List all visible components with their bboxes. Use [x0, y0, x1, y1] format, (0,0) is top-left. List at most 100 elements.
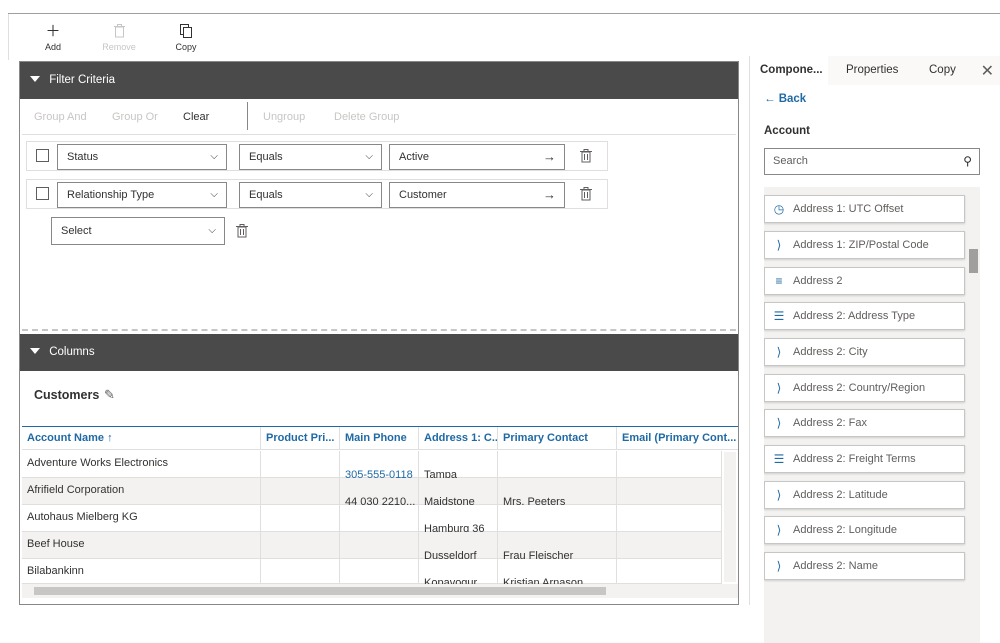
operator-dropdown[interactable]: Equals ⌵: [239, 182, 382, 208]
table-row[interactable]: Beef House Dusseldorf Frau Fleischer: [22, 532, 722, 562]
field-dropdown[interactable]: Relationship Type ⌵: [57, 182, 227, 208]
chevron-down-icon: ⌵: [365, 151, 373, 162]
table-row[interactable]: Adventure Works Electronics 305-555-0118…: [22, 451, 722, 481]
search-input[interactable]: Search ⚲: [764, 148, 980, 175]
delete-new-row-icon[interactable]: [235, 223, 249, 239]
command-bar: ＋ Add Remove Copy: [8, 14, 1000, 60]
option-set-icon: ☰: [773, 309, 785, 323]
tab-properties[interactable]: Properties: [836, 56, 908, 85]
edit-pencil-icon[interactable]: ✎: [104, 387, 115, 403]
text-field-icon: ⟩: [776, 488, 782, 502]
add-button[interactable]: ＋ Add: [25, 23, 81, 53]
add-button-label: Add: [44, 42, 61, 52]
group-or-button[interactable]: Group Or: [112, 111, 158, 123]
field-item[interactable]: ☰ Address 2: Freight Terms: [764, 445, 965, 473]
clear-button[interactable]: Clear: [183, 111, 209, 123]
operator-value: Equals: [249, 151, 283, 163]
copy-button[interactable]: Copy: [158, 24, 214, 52]
field-value: Relationship Type: [67, 189, 155, 201]
table-row[interactable]: Autohaus Mielberg KG Hamburg 36: [22, 505, 722, 535]
delete-group-button[interactable]: Delete Group: [334, 111, 399, 123]
value-input[interactable]: Customer →: [389, 182, 565, 208]
tab-copy[interactable]: Copy: [919, 56, 966, 85]
field-item[interactable]: ◷ Address 1: UTC Offset: [764, 195, 965, 223]
columns-header[interactable]: Columns: [20, 334, 738, 371]
column-header-account-name[interactable]: Account Name ↑: [22, 427, 261, 450]
column-header-main-phone[interactable]: Main Phone: [340, 427, 419, 450]
ungroup-button[interactable]: Ungroup: [263, 111, 305, 123]
actions-divider: [247, 102, 248, 130]
delete-row-icon[interactable]: [579, 148, 593, 164]
column-header-primary-contact[interactable]: Primary Contact: [498, 427, 617, 450]
cell-main-phone[interactable]: 305-555-0118: [340, 451, 419, 481]
table-row[interactable]: Bilabankinn Kopavogur Kristian Arnason: [22, 559, 722, 586]
cell-email: [617, 478, 722, 505]
cell-address-city: Dusseldorf: [419, 532, 498, 562]
search-placeholder: Search: [773, 155, 808, 167]
field-item[interactable]: ⟩ Address 2: Country/Region: [764, 374, 965, 402]
field-item[interactable]: ≡ Address 2: [764, 267, 965, 295]
new-condition-dropdown[interactable]: Select ⌵: [51, 217, 225, 245]
grid-horizontal-scrollbar[interactable]: [22, 584, 738, 598]
filter-row: Relationship Type ⌵ Equals ⌵ Customer →: [26, 179, 608, 209]
field-list: ◷ Address 1: UTC Offset ⟩ Address 1: ZIP…: [764, 187, 980, 643]
close-icon[interactable]: ✕: [981, 61, 994, 81]
field-item-label: Address 2: Name: [793, 560, 878, 572]
cell-email: [617, 532, 722, 559]
filter-row-checkbox[interactable]: [36, 187, 49, 200]
field-dropdown[interactable]: Status ⌵: [57, 144, 227, 170]
cell-product-price: [261, 559, 340, 586]
components-body: ← Back Account Search ⚲ ◷ Address 1: UTC…: [750, 85, 1000, 643]
text-field-icon: ⟩: [776, 559, 782, 573]
field-item[interactable]: ⟩ Address 2: Name: [764, 552, 965, 580]
cell-email: [617, 451, 722, 478]
cell-address-city: Hamburg 36: [419, 505, 498, 535]
value-input[interactable]: Active →: [389, 144, 565, 170]
remove-button[interactable]: Remove: [91, 24, 147, 52]
field-list-scroll-thumb[interactable]: [969, 249, 978, 273]
operator-dropdown[interactable]: Equals ⌵: [239, 144, 382, 170]
panel-tabs: Compone... Properties Copy ✕: [750, 56, 1000, 85]
clock-icon: ◷: [773, 202, 785, 216]
cell-primary-contact: Frau Fleischer: [498, 532, 617, 562]
field-item-label: Address 2: Fax: [793, 417, 867, 429]
field-item-label: Address 2: Freight Terms: [793, 453, 916, 465]
field-item[interactable]: ⟩ Address 1: ZIP/Postal Code: [764, 231, 965, 259]
filter-criteria-title: Filter Criteria: [49, 74, 116, 86]
field-item[interactable]: ☰ Address 2: Address Type: [764, 302, 965, 330]
column-header-product-price[interactable]: Product Pri...: [261, 427, 340, 450]
chevron-down-icon: ⌵: [210, 189, 218, 200]
field-item[interactable]: ⟩ Address 2: Fax: [764, 409, 965, 437]
filter-row-checkbox[interactable]: [36, 149, 49, 162]
delete-row-icon[interactable]: [579, 186, 593, 202]
tab-components[interactable]: Compone...: [750, 56, 828, 85]
operator-value: Equals: [249, 189, 283, 201]
column-header-email[interactable]: Email (Primary Cont...: [617, 427, 738, 450]
field-item[interactable]: ⟩ Address 2: Latitude: [764, 481, 965, 509]
arrow-right-icon[interactable]: →: [543, 183, 556, 207]
field-list-scrollbar[interactable]: [967, 187, 980, 643]
columns-title: Columns: [49, 346, 95, 358]
collapse-triangle-icon: [30, 75, 40, 82]
table-row[interactable]: Afrifield Corporation 44 030 2210... Mai…: [22, 478, 722, 508]
arrow-right-icon[interactable]: →: [543, 145, 556, 169]
search-icon[interactable]: ⚲: [963, 149, 972, 174]
field-item[interactable]: ⟩ Address 2: Longitude: [764, 516, 965, 544]
back-button[interactable]: ← Back: [764, 93, 806, 105]
group-and-button[interactable]: Group And: [34, 111, 87, 123]
plus-icon: ＋: [45, 23, 61, 40]
filter-criteria-header[interactable]: Filter Criteria: [20, 62, 738, 99]
field-item-label: Address 2: [793, 275, 843, 287]
field-item-label: Address 2: Latitude: [793, 489, 888, 501]
text-field-icon: ⟩: [776, 381, 782, 395]
components-panel: Compone... Properties Copy ✕ ← Back Acco…: [749, 56, 1000, 643]
column-header-address-city[interactable]: Address 1: C...: [419, 427, 498, 450]
grid-vertical-scrollbar[interactable]: [724, 452, 736, 582]
cell-product-price: [261, 505, 340, 532]
cell-account-name: Afrifield Corporation: [22, 478, 261, 505]
view-designer-canvas: Filter Criteria Group And Group Or Clear…: [19, 61, 739, 605]
filter-actions-bar: Group And Group Or Clear Ungroup Delete …: [22, 99, 736, 135]
columns-panel: Customers ✎ Account Name ↑ Product Pri..…: [22, 371, 738, 604]
horizontal-scroll-thumb[interactable]: [34, 587, 606, 595]
field-item[interactable]: ⟩ Address 2: City: [764, 338, 965, 366]
